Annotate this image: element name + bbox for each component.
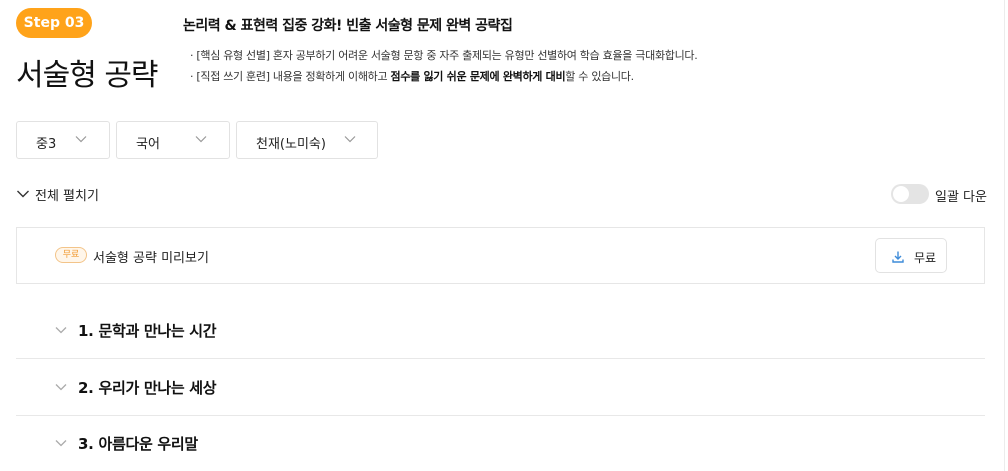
chapter-title: 1. 문학과 만나는 시간 — [78, 322, 217, 340]
grade-select[interactable]: 중3 — [16, 121, 110, 159]
description-line-2-tail: 할 수 있습니다. — [565, 70, 634, 83]
expand-all-label: 전체 펼치기 — [35, 189, 99, 204]
grade-select-value: 중3 — [36, 137, 57, 152]
description-line-2: · [직접 쓰기 훈련] 내용을 정확하게 이해하고 점수를 잃기 쉬운 문제에… — [190, 68, 634, 84]
description-line-2-text: · [직접 쓰기 훈련] 내용을 정확하게 이해하고 — [190, 70, 391, 83]
page-right-divider — [1004, 0, 1005, 471]
publisher-select[interactable]: 천재(노미숙) — [236, 121, 378, 159]
chevron-down-icon — [55, 327, 67, 334]
subject-select-value: 국어 — [136, 137, 160, 152]
bulk-download-toggle[interactable] — [891, 184, 929, 204]
chevron-down-icon — [195, 136, 207, 143]
chevron-down-icon — [344, 136, 356, 143]
free-badge: 무료 — [55, 247, 87, 263]
preview-row: 무료 서술형 공략 미리보기 무료 — [16, 227, 985, 284]
chevron-down-icon — [75, 136, 87, 143]
free-download-button[interactable]: 무료 — [875, 238, 947, 273]
chapter-title: 2. 우리가 만나는 세상 — [78, 379, 217, 397]
description-line-1: · [핵심 유형 선별] 혼자 공부하기 어려운 서술형 문항 중 자주 출제되… — [190, 49, 698, 62]
publisher-select-value: 천재(노미숙) — [256, 137, 326, 152]
toggle-knob — [893, 186, 909, 202]
description-line-2-highlight: 점수를 잃기 쉬운 문제에 완벽하게 대비 — [390, 70, 566, 83]
chapter-row[interactable]: 1. 문학과 만나는 시간 — [16, 303, 985, 359]
free-download-label: 무료 — [914, 251, 937, 265]
bulk-download-label: 일괄 다운 — [935, 190, 987, 205]
chevron-down-icon — [55, 384, 67, 391]
divider — [16, 358, 985, 359]
chapter-title: 3. 아름다운 우리말 — [78, 435, 198, 453]
page-title: 서술형 공략 — [16, 58, 159, 93]
headline: 논리력 & 표현력 집중 강화! 빈출 서술형 문제 완벽 공략집 — [183, 18, 513, 34]
step-badge: Step 03 — [16, 8, 92, 38]
chapter-row[interactable]: 2. 우리가 만나는 세상 — [16, 360, 985, 416]
download-icon — [892, 251, 904, 263]
subject-select[interactable]: 국어 — [116, 121, 230, 159]
chapter-row[interactable]: 3. 아름다운 우리말 — [16, 416, 985, 471]
preview-title: 서술형 공략 미리보기 — [93, 251, 209, 266]
chevron-down-icon — [55, 440, 67, 447]
chevron-down-icon — [17, 190, 29, 198]
